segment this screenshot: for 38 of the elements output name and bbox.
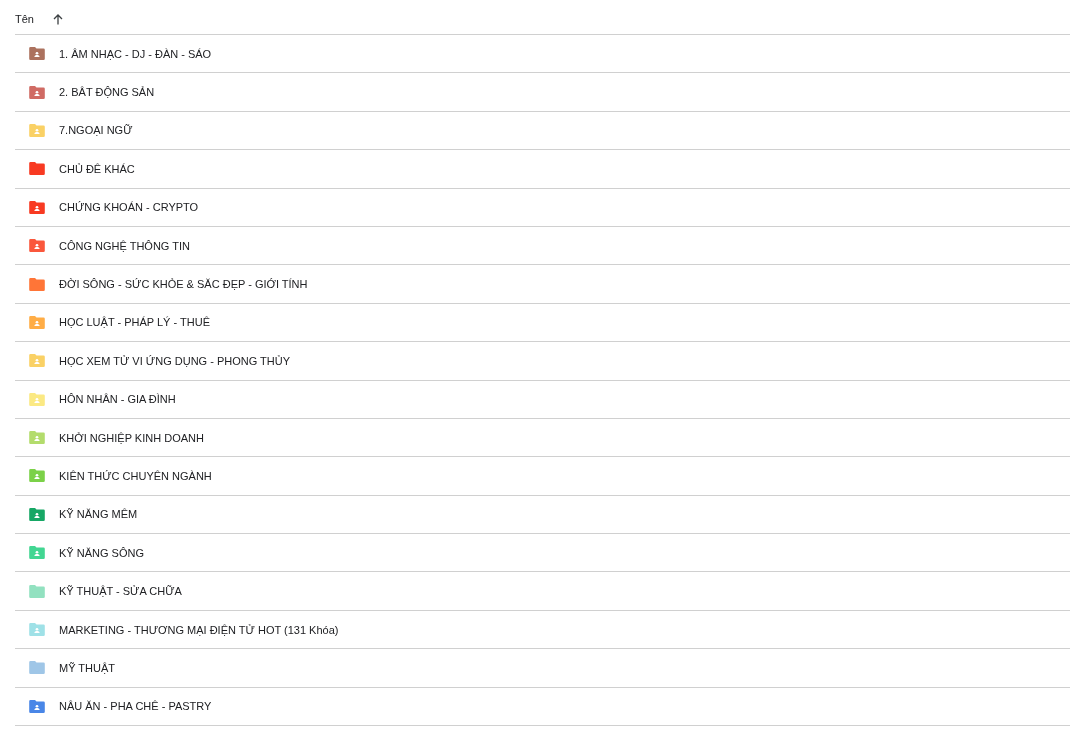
folder-row[interactable]: MỸ THUẬT xyxy=(15,649,1070,688)
folder-row[interactable]: HỌC LUẬT - PHÁP LÝ - THUÊ xyxy=(15,303,1070,343)
column-header[interactable]: Tên xyxy=(15,13,34,25)
folder-row[interactable]: 1. ÂM NHẠC - DJ - ĐÀN - SÁO xyxy=(15,35,1070,74)
folder-name: HỌC XEM TỬ VI ỨNG DỤNG - PHONG THỦY xyxy=(59,354,291,367)
folder-row[interactable]: ĐỜI SÔNG - SỨC KHỎE & SĂC ĐẸP - GIỚI TÍNH xyxy=(15,265,1070,304)
folder-name: CÔNG NGHỆ THÔNG TIN xyxy=(59,239,190,252)
folder-row[interactable]: HỌC XEM TỬ VI ỨNG DỤNG - PHONG THỦY xyxy=(15,342,1070,381)
folder-row[interactable]: KHỞI NGHIỆP KINH DOANH xyxy=(15,418,1070,458)
folder-row[interactable]: KIÊN THỨC CHUYÊN NGÀNH xyxy=(15,457,1070,496)
folder-name: CHỦ ĐÊ KHÁC xyxy=(59,162,135,175)
sort-arrow-up-icon[interactable] xyxy=(52,13,63,25)
folder-name: KIÊN THỨC CHUYÊN NGÀNH xyxy=(59,470,212,482)
folder-name: KHỞI NGHIỆP KINH DOANH xyxy=(59,431,204,444)
folder-name: MARKETING - THƯƠNG MẠI ĐIỆN TỬ HOT (131 Khóa) xyxy=(59,623,339,636)
folder-row[interactable]: NÂU ĂN - PHA CHÊ - PASTRY xyxy=(15,687,1070,727)
folder-row[interactable]: 7.NGOẠI NGỮ xyxy=(15,111,1070,151)
folder-name: MỸ THUẬT xyxy=(59,661,116,674)
folder-row[interactable]: 2. BÂT ĐỘNG SẢN xyxy=(15,73,1070,112)
folder-name: KỸ NĂNG MÊM xyxy=(59,508,138,521)
folder-row[interactable]: CHỨNG KHOÁN - CRYPTO xyxy=(15,188,1070,227)
folder-name: 1. ÂM NHẠC - DJ - ĐÀN - SÁO xyxy=(59,47,212,60)
folder-name: HÔN NHÂN - GIA ĐÌNH xyxy=(59,393,176,406)
folder-name: 2. BÂT ĐỘNG SẢN xyxy=(59,86,155,99)
folder-name: KỸ NĂNG SÔNG xyxy=(59,546,144,559)
folder-row[interactable]: KỸ NĂNG SÔNG xyxy=(15,534,1070,573)
folder-name: HỌC LUẬT - PHÁP LÝ - THUÊ xyxy=(59,316,210,329)
folder-row[interactable]: CHỦ ĐÊ KHÁC xyxy=(15,150,1070,189)
folder-name: KỸ THUẬT - SỬA CHỮA xyxy=(59,585,182,598)
folder-row[interactable]: KỸ NĂNG MÊM xyxy=(15,495,1070,535)
folder-name: NÂU ĂN - PHA CHÊ - PASTRY xyxy=(59,700,212,713)
folder-row[interactable]: HÔN NHÂN - GIA ĐÌNH xyxy=(15,380,1070,419)
folder-row[interactable]: CÔNG NGHỆ THÔNG TIN xyxy=(15,226,1070,266)
folder-row[interactable]: KỸ THUẬT - SỬA CHỮA xyxy=(15,572,1070,611)
folder-name: CHỨNG KHOÁN - CRYPTO xyxy=(59,201,199,214)
folder-name: ĐỜI SÔNG - SỨC KHỎE & SĂC ĐẸP - GIỚI TÍNH xyxy=(59,278,308,291)
folder-name: 7.NGOẠI NGỮ xyxy=(59,124,133,137)
folder-row[interactable]: MARKETING - THƯƠNG MẠI ĐIỆN TỬ HOT (131 Khóa) xyxy=(15,610,1070,650)
